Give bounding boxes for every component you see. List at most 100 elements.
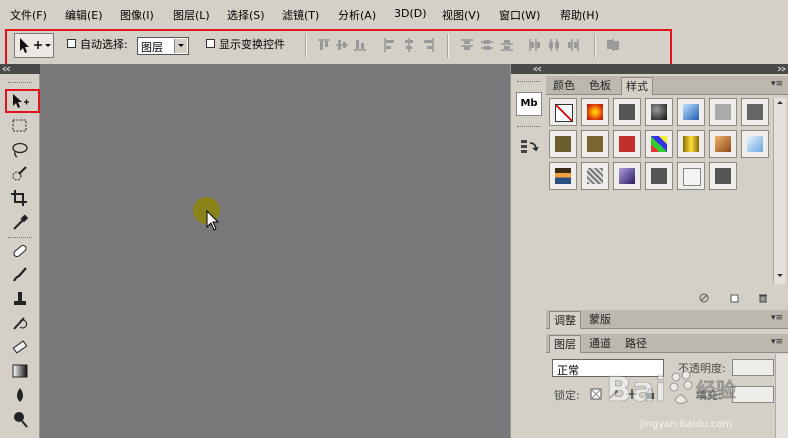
clear-style-icon[interactable] xyxy=(699,293,709,303)
history-panel-icon[interactable] xyxy=(516,136,542,160)
style-swatch[interactable] xyxy=(581,98,609,126)
style-swatch[interactable] xyxy=(709,130,737,158)
panel-menu-icon[interactable]: ▾≡ xyxy=(771,79,783,89)
style-swatch[interactable] xyxy=(709,98,737,126)
style-swatch[interactable] xyxy=(613,98,641,126)
gradient-tool-icon[interactable] xyxy=(10,362,30,380)
grip[interactable] xyxy=(8,82,32,83)
style-swatch[interactable] xyxy=(581,162,609,190)
tab-paths[interactable]: 路径 xyxy=(621,335,651,352)
healing-brush-tool-icon[interactable] xyxy=(10,242,30,260)
style-swatch[interactable] xyxy=(645,98,673,126)
style-swatch[interactable] xyxy=(549,98,577,126)
panel-menu-icon[interactable]: ▾≡ xyxy=(771,313,783,323)
panels-header[interactable] xyxy=(546,64,788,74)
blur-tool-icon[interactable] xyxy=(10,386,30,404)
history-brush-tool-icon[interactable] xyxy=(10,314,30,332)
menu-bar: 文件(F) 编辑(E) 图像(I) 图层(L) 选择(S) 滤镜(T) 分析(A… xyxy=(0,0,788,28)
align-left-icon[interactable] xyxy=(382,37,396,53)
style-swatch[interactable] xyxy=(549,130,577,158)
style-swatch[interactable] xyxy=(613,130,641,158)
menu-3d[interactable]: 3D(D) xyxy=(394,7,427,20)
styles-grid xyxy=(549,98,774,260)
move-tool-icon[interactable] xyxy=(10,92,30,110)
mini-bridge-button[interactable]: Mb xyxy=(516,92,542,116)
menu-edit[interactable]: 编辑(E) xyxy=(65,7,103,23)
tab-layers[interactable]: 图层 xyxy=(549,335,581,353)
distribute-vcenter-icon[interactable] xyxy=(480,37,494,53)
menu-help[interactable]: 帮助(H) xyxy=(560,7,599,23)
menu-view[interactable]: 视图(V) xyxy=(442,7,480,23)
style-swatch[interactable] xyxy=(645,130,673,158)
grip[interactable] xyxy=(517,81,541,82)
style-swatch[interactable] xyxy=(581,130,609,158)
menu-file[interactable]: 文件(F) xyxy=(10,7,47,23)
blend-mode-value: 正常 xyxy=(557,364,579,377)
canvas-area[interactable] xyxy=(40,64,510,438)
tab-swatches[interactable]: 色板 xyxy=(585,77,615,94)
tab-channels[interactable]: 通道 xyxy=(585,335,615,352)
distribute-right-icon[interactable] xyxy=(566,37,580,53)
dock-header[interactable] xyxy=(511,64,547,74)
style-swatch[interactable] xyxy=(613,162,641,190)
quick-selection-tool-icon[interactable] xyxy=(10,165,30,183)
brush-tool-icon[interactable] xyxy=(10,266,30,284)
style-swatch[interactable] xyxy=(709,162,737,190)
menu-layer[interactable]: 图层(L) xyxy=(173,7,210,23)
align-bottom-icon[interactable] xyxy=(353,37,367,53)
menu-select[interactable]: 选择(S) xyxy=(227,7,265,23)
svg-text:Bai: Bai xyxy=(606,370,667,410)
style-swatch[interactable] xyxy=(645,162,673,190)
styles-panel-tabs: 颜色 色板 样式 ▾≡ xyxy=(546,76,788,95)
chevron-down-icon xyxy=(45,44,51,47)
grip[interactable] xyxy=(517,126,541,127)
menu-filter[interactable]: 滤镜(T) xyxy=(282,7,319,23)
layers-scrollbar[interactable] xyxy=(775,354,788,438)
toolbox-header[interactable] xyxy=(0,64,40,74)
menu-image[interactable]: 图像(I) xyxy=(120,7,154,23)
tool-preset-picker[interactable] xyxy=(14,33,54,58)
style-swatch[interactable] xyxy=(741,130,769,158)
auto-select-checkbox[interactable] xyxy=(67,39,76,48)
styles-scrollbar[interactable] xyxy=(773,98,786,284)
lasso-tool-icon[interactable] xyxy=(10,141,30,159)
menu-analysis[interactable]: 分析(A) xyxy=(338,7,376,23)
clone-stamp-tool-icon[interactable] xyxy=(10,290,30,308)
auto-select-label: 自动选择: xyxy=(80,38,128,51)
style-preview xyxy=(587,168,603,184)
align-top-icon[interactable] xyxy=(317,37,331,53)
distribute-hcenter-icon[interactable] xyxy=(547,37,561,53)
marquee-tool-icon[interactable] xyxy=(10,117,30,135)
distribute-left-icon[interactable] xyxy=(528,37,542,53)
divider xyxy=(305,34,307,58)
style-swatch[interactable] xyxy=(549,162,577,190)
tab-color[interactable]: 颜色 xyxy=(549,77,579,94)
crop-tool-icon[interactable] xyxy=(10,189,30,207)
divider xyxy=(594,34,596,58)
style-preview xyxy=(619,168,635,184)
align-right-icon[interactable] xyxy=(422,37,436,53)
distribute-top-icon[interactable] xyxy=(460,37,474,53)
auto-align-icon[interactable] xyxy=(606,37,620,53)
auto-select-dropdown[interactable]: 图层 xyxy=(137,37,189,55)
tab-masks[interactable]: 蒙版 xyxy=(585,311,615,328)
panel-menu-icon[interactable]: ▾≡ xyxy=(771,337,783,347)
new-style-icon[interactable] xyxy=(729,293,739,303)
dodge-tool-icon[interactable] xyxy=(10,410,30,428)
show-transform-checkbox[interactable] xyxy=(206,39,215,48)
tab-adjustments[interactable]: 调整 xyxy=(549,311,581,329)
style-swatch[interactable] xyxy=(677,162,705,190)
style-swatch[interactable] xyxy=(677,130,705,158)
style-preview xyxy=(651,104,667,120)
lock-transparent-icon[interactable] xyxy=(590,388,602,400)
distribute-bottom-icon[interactable] xyxy=(500,37,514,53)
eraser-tool-icon[interactable] xyxy=(10,338,30,356)
style-swatch[interactable] xyxy=(677,98,705,126)
trash-icon[interactable] xyxy=(758,293,768,303)
align-vcenter-icon[interactable] xyxy=(335,37,349,53)
style-swatch[interactable] xyxy=(741,98,769,126)
align-hcenter-icon[interactable] xyxy=(402,37,416,53)
eyedropper-tool-icon[interactable] xyxy=(10,213,30,231)
menu-window[interactable]: 窗口(W) xyxy=(499,7,540,23)
tab-styles[interactable]: 样式 xyxy=(621,77,653,95)
